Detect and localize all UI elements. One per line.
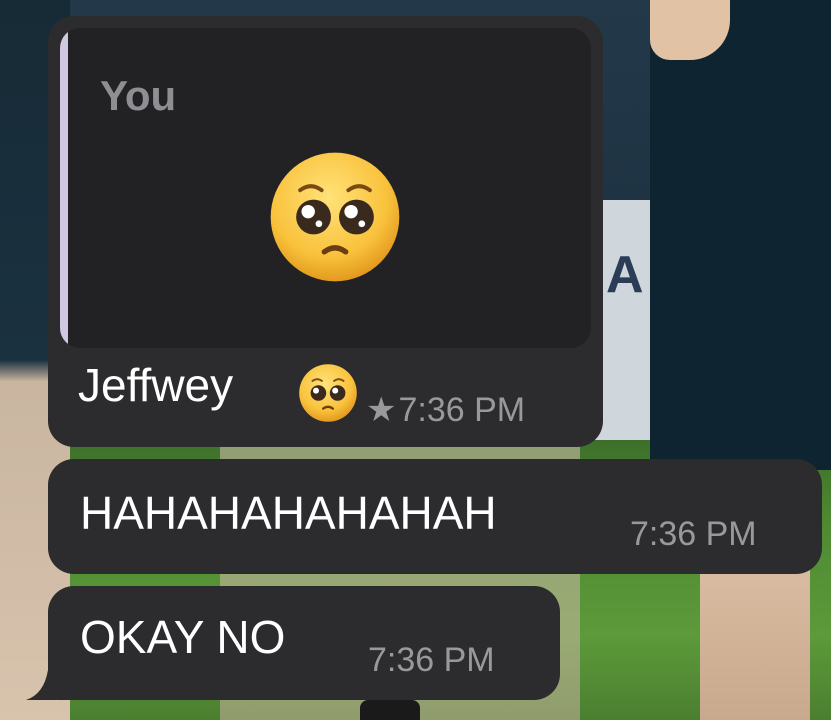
message-text: HAHAHAHAHAHAH [80, 487, 497, 539]
message-bubble[interactable]: OKAY NO 7:36 PM [26, 586, 560, 700]
pleading-face-emoji-icon [298, 363, 358, 428]
quoted-message[interactable]: You [60, 28, 591, 348]
quote-accent-bar [60, 28, 68, 348]
message-text: OKAY NO [80, 611, 286, 663]
message-bubble-reply[interactable]: You Jeffwey ★7:36 PM [48, 16, 603, 447]
message-bubble[interactable]: HAHAHAHAHAHAH 7:36 PM [48, 459, 822, 574]
star-icon: ★ [366, 391, 397, 429]
pleading-face-emoji-icon [268, 150, 402, 289]
message-timestamp: ★7:36 PM [366, 390, 525, 430]
message-time: 7:36 PM [368, 641, 495, 679]
bubble-tail-icon [26, 670, 56, 700]
quote-author: You [100, 72, 177, 119]
message-time: 7:36 PM [398, 391, 526, 429]
message-text: Jeffwey [78, 359, 234, 411]
message-time: 7:36 PM [630, 515, 757, 553]
